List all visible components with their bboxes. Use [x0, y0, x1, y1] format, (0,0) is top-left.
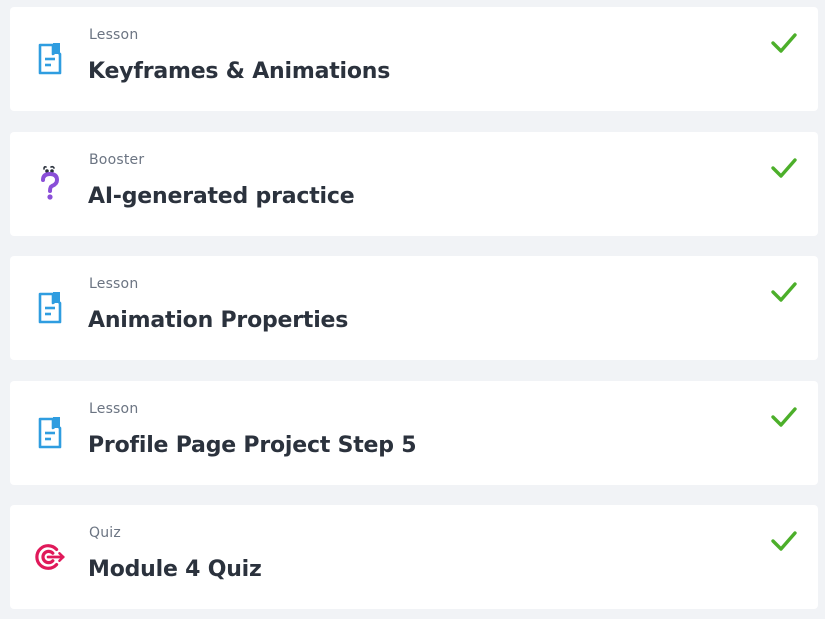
item-title[interactable]: Profile Page Project Step 5 — [88, 433, 417, 458]
item-type-label: Lesson — [89, 27, 139, 43]
item-type-label: Lesson — [89, 401, 139, 417]
module-item-card[interactable]: Lesson Profile Page Project Step 5 — [10, 381, 818, 485]
item-type-label: Lesson — [89, 276, 139, 292]
quiz-target-icon — [34, 537, 66, 577]
item-title[interactable]: AI-generated practice — [88, 184, 355, 209]
completed-check-icon — [770, 403, 798, 431]
item-type-label: Booster — [89, 152, 145, 168]
lesson-document-icon — [34, 413, 66, 453]
module-item-card[interactable]: Quiz Module 4 Quiz — [10, 505, 818, 609]
completed-check-icon — [770, 278, 798, 306]
item-title[interactable]: Keyframes & Animations — [88, 59, 390, 84]
lesson-document-icon — [34, 288, 66, 328]
completed-check-icon — [770, 29, 798, 57]
completed-check-icon — [770, 527, 798, 555]
lesson-document-icon — [34, 39, 66, 79]
completed-check-icon — [770, 154, 798, 182]
item-title[interactable]: Animation Properties — [88, 308, 348, 333]
item-title[interactable]: Module 4 Quiz — [88, 557, 262, 582]
module-item-card[interactable]: Lesson Keyframes & Animations — [10, 7, 818, 111]
module-item-card[interactable]: Booster AI-generated practice — [10, 132, 818, 236]
module-item-list: Lesson Keyframes & Animations Booster AI… — [0, 0, 825, 619]
module-item-card[interactable]: Lesson Animation Properties — [10, 256, 818, 360]
item-type-label: Quiz — [89, 525, 121, 541]
booster-question-icon — [34, 164, 66, 204]
